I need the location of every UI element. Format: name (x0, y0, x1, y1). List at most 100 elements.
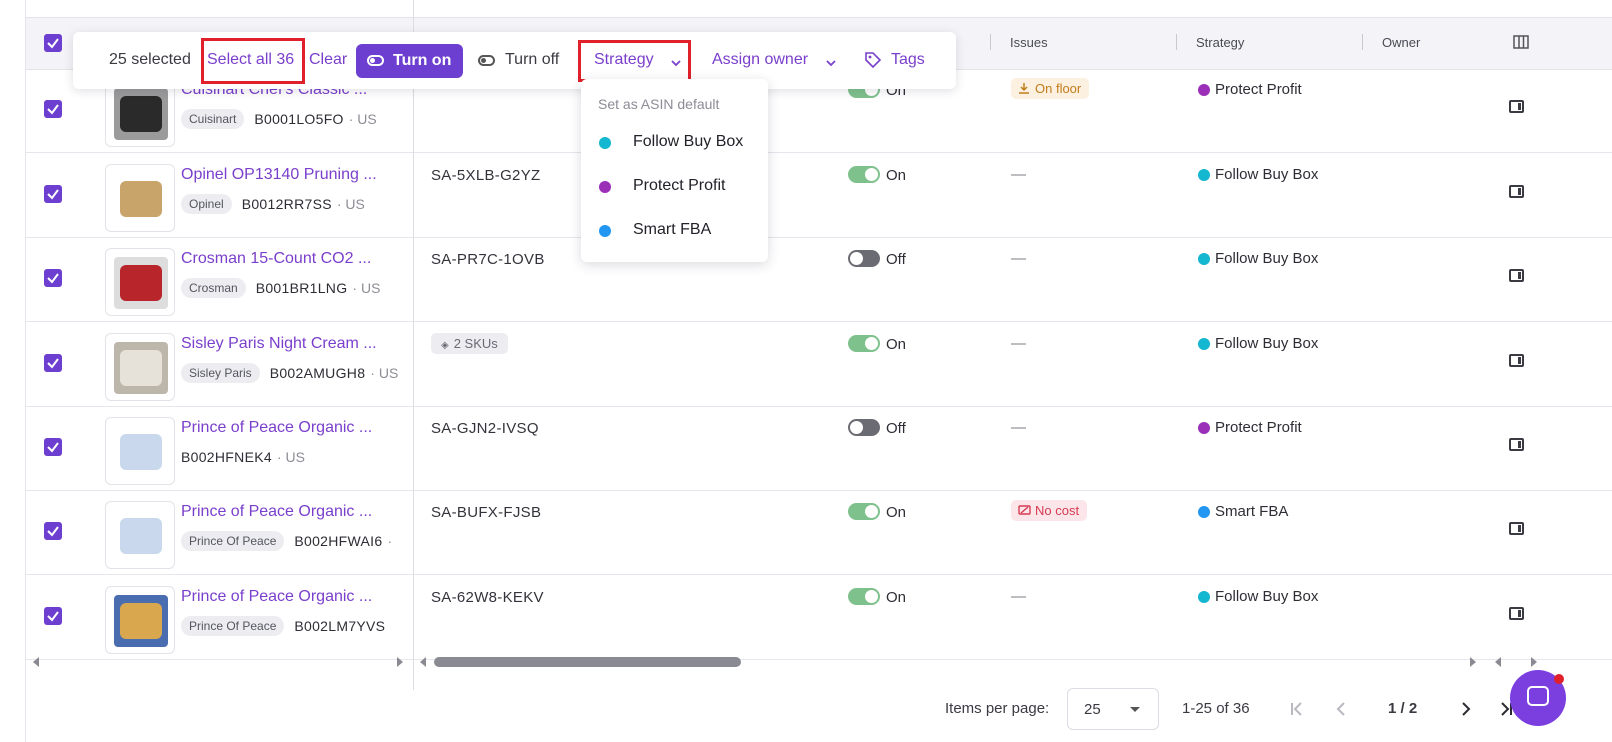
select-all-checkbox[interactable] (44, 34, 62, 52)
table-row[interactable]: Prince of Peace Organic ... Prince Of Pea… (26, 488, 1612, 575)
items-per-page-label: Items per page: (945, 700, 1050, 717)
strategy-cell[interactable]: Follow Buy Box (1198, 250, 1318, 267)
row-checkbox[interactable] (44, 185, 62, 203)
product-image[interactable] (105, 248, 175, 316)
marketplace-text: · US (336, 196, 365, 212)
strategy-cell[interactable]: Protect Profit (1198, 419, 1302, 436)
right-scrollbar[interactable] (1487, 652, 1547, 672)
table-row[interactable]: Crosman 15-Count CO2 ... Crosman B001BR1LN… (26, 235, 1612, 322)
toggle-status-label: Off (886, 420, 906, 437)
strategy-color-dot (599, 137, 611, 149)
open-detail-panel-icon[interactable] (1509, 607, 1524, 620)
scroll-right-icon[interactable] (1531, 657, 1537, 667)
sku-text: SA-PR7C-1OVB (431, 251, 545, 268)
open-detail-panel-icon[interactable] (1509, 354, 1524, 367)
product-meta: Crosman B001BR1LNG · US (181, 278, 413, 298)
product-title-link[interactable]: Prince of Peace Organic ... (181, 588, 372, 606)
turn-off-button[interactable]: Turn off (505, 51, 559, 69)
strategy-color-dot (1198, 83, 1210, 96)
row-checkbox[interactable] (44, 269, 62, 287)
column-header-strategy[interactable]: Strategy (1196, 35, 1244, 50)
prev-page-icon[interactable] (1330, 697, 1354, 721)
repricing-toggle[interactable] (848, 588, 880, 605)
row-checkbox[interactable] (44, 607, 62, 625)
product-title-link[interactable]: Prince of Peace Organic ... (181, 503, 372, 521)
open-detail-panel-icon[interactable] (1509, 522, 1524, 535)
product-image[interactable] (105, 333, 175, 401)
table-row[interactable]: Prince of Peace Organic ... Prince Of Pea… (26, 573, 1612, 660)
asin-text: B0012RR7SS (241, 196, 332, 212)
layers-icon: ◈ (441, 340, 449, 351)
frozen-scrollbar[interactable] (25, 652, 412, 672)
scroll-right-icon[interactable] (397, 657, 403, 667)
strategy-cell[interactable]: Smart FBA (1198, 503, 1288, 520)
row-checkbox[interactable] (44, 354, 62, 372)
issue-empty: — (1011, 250, 1026, 267)
items-per-page-select[interactable]: 25 (1067, 688, 1159, 730)
open-detail-panel-icon[interactable] (1509, 100, 1524, 113)
menu-item-follow-buy-box[interactable]: Follow Buy Box (581, 123, 768, 163)
product-image[interactable] (105, 417, 175, 485)
product-image[interactable] (105, 586, 175, 654)
product-image[interactable] (105, 164, 175, 232)
assign-owner-button[interactable]: Assign owner (712, 51, 808, 69)
row-checkbox[interactable] (44, 438, 62, 456)
menu-item-label: Follow Buy Box (633, 133, 744, 150)
strategy-color-dot (1198, 505, 1210, 518)
repricing-toggle[interactable] (848, 166, 880, 183)
product-title-link[interactable]: Crosman 15-Count CO2 ... (181, 250, 371, 268)
issue-label: No cost (1035, 503, 1080, 518)
chat-launcher-button[interactable] (1510, 670, 1566, 726)
issue-empty: — (1011, 335, 1026, 352)
sku-count-chip[interactable]: ◈ 2 SKUs (431, 333, 508, 354)
open-detail-panel-icon[interactable] (1509, 269, 1524, 282)
horizontal-scrollbar[interactable] (412, 652, 1487, 672)
column-separator[interactable] (1176, 34, 1177, 50)
toggle-status-label: On (886, 589, 907, 606)
column-header-issues[interactable]: Issues (1010, 35, 1048, 50)
first-page-icon[interactable] (1285, 697, 1309, 721)
scroll-left-icon[interactable] (33, 657, 39, 667)
product-meta: Prince Of Peace B002LM7YVS (181, 616, 413, 636)
next-page-icon[interactable] (1453, 697, 1477, 721)
row-checkbox[interactable] (44, 522, 62, 540)
scroll-right-icon[interactable] (1470, 657, 1476, 667)
repricing-toggle[interactable] (848, 335, 880, 352)
open-detail-panel-icon[interactable] (1509, 185, 1524, 198)
brand-chip: Cuisinart (181, 109, 245, 129)
menu-item-smart-fba[interactable]: Smart FBA (581, 211, 768, 251)
repricing-toggle[interactable] (848, 419, 880, 436)
repricing-toggle[interactable] (848, 250, 880, 267)
product-title-link[interactable]: Opinel OP13140 Pruning ... (181, 166, 377, 184)
columns-icon[interactable] (1513, 35, 1529, 54)
strategy-cell[interactable]: Follow Buy Box (1198, 588, 1318, 605)
scrollbar-thumb[interactable] (434, 657, 741, 667)
strategy-color-dot (1198, 590, 1210, 603)
strategy-color-dot (599, 181, 611, 193)
product-title-link[interactable]: Prince of Peace Organic ... (181, 419, 372, 437)
product-image[interactable] (105, 79, 175, 147)
column-header-owner[interactable]: Owner (1382, 35, 1420, 50)
column-separator[interactable] (1362, 34, 1363, 50)
product-image[interactable] (105, 501, 175, 569)
row-checkbox[interactable] (44, 100, 62, 118)
turn-on-button[interactable]: Turn on (356, 44, 463, 78)
scroll-left-icon[interactable] (420, 657, 426, 667)
column-separator[interactable] (990, 34, 991, 50)
tags-button[interactable]: Tags (891, 51, 925, 69)
scroll-left-icon[interactable] (1495, 657, 1501, 667)
strategy-cell[interactable]: Follow Buy Box (1198, 335, 1318, 352)
clear-link[interactable]: Clear (309, 51, 347, 69)
table-row[interactable]: Sisley Paris Night Cream ... Sisley Paris… (26, 320, 1612, 407)
strategy-cell[interactable]: Follow Buy Box (1198, 166, 1318, 183)
repricing-toggle[interactable] (848, 503, 880, 520)
open-detail-panel-icon[interactable] (1509, 438, 1524, 451)
strategy-cell[interactable]: Protect Profit (1198, 81, 1302, 98)
table-row[interactable]: Prince of Peace Organic ... B002HFNEK4 · U… (26, 404, 1612, 491)
brand-chip: Sisley Paris (181, 363, 260, 383)
menu-item-label: Protect Profit (633, 177, 726, 194)
product-title-link[interactable]: Sisley Paris Night Cream ... (181, 335, 377, 353)
table-row[interactable]: Opinel OP13140 Pruning ... Opinel B0012RR7… (26, 151, 1612, 238)
menu-item-protect-profit[interactable]: Protect Profit (581, 167, 768, 207)
product-list-page: Cuisinart Chef's Classic ... Cuisinart B00… (0, 0, 1612, 742)
